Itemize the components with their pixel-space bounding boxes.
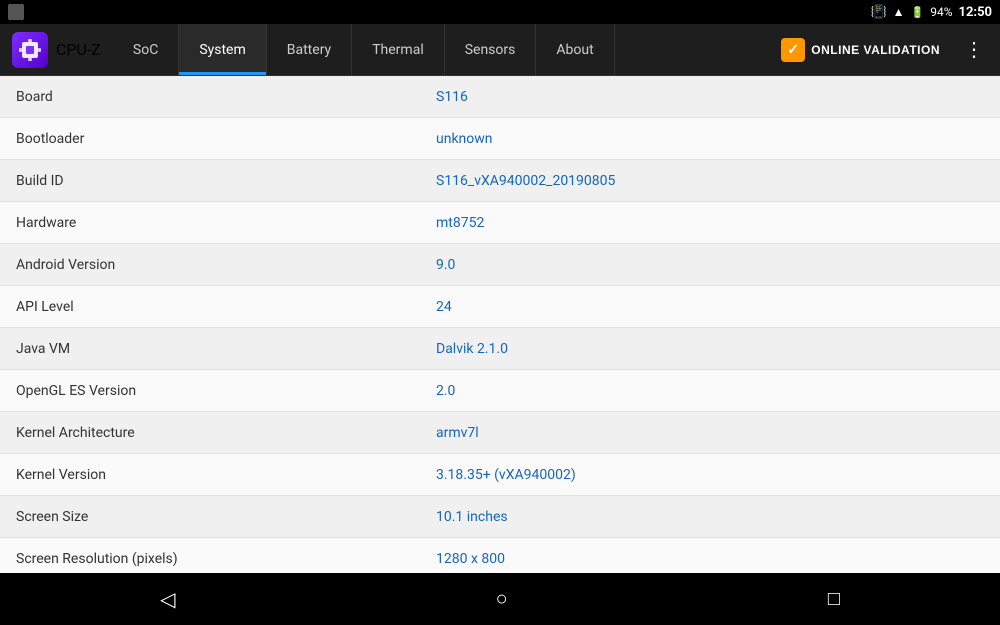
row-label: OpenGL ES Version bbox=[0, 373, 420, 409]
row-value: unknown bbox=[420, 121, 1000, 157]
row-label: Hardware bbox=[0, 205, 420, 241]
app-logo: CPU-Z bbox=[0, 32, 113, 68]
online-validation-button[interactable]: ✓ ONLINE VALIDATION bbox=[773, 34, 948, 66]
row-label: API Level bbox=[0, 289, 420, 325]
wifi-icon: ▲ bbox=[893, 5, 905, 19]
app-logo-icon bbox=[12, 32, 48, 68]
validation-icon: ✓ bbox=[781, 38, 805, 62]
table-row: OpenGL ES Version2.0 bbox=[0, 370, 1000, 412]
tab-system[interactable]: System bbox=[179, 24, 266, 75]
row-label: Android Version bbox=[0, 247, 420, 283]
app-title: CPU-Z bbox=[56, 40, 101, 59]
table-row: Screen Size10.1 inches bbox=[0, 496, 1000, 538]
row-label: Screen Size bbox=[0, 499, 420, 535]
table-row: Screen Resolution (pixels)1280 x 800 bbox=[0, 538, 1000, 573]
home-button[interactable]: ○ bbox=[456, 580, 548, 619]
row-label: Board bbox=[0, 79, 420, 115]
row-value: Dalvik 2.1.0 bbox=[420, 331, 1000, 367]
table-row: Java VMDalvik 2.1.0 bbox=[0, 328, 1000, 370]
row-label: Screen Resolution (pixels) bbox=[0, 541, 420, 574]
row-value: S116_vXA940002_20190805 bbox=[420, 163, 1000, 199]
row-label: Java VM bbox=[0, 331, 420, 367]
status-left-icons bbox=[8, 4, 24, 20]
table-row: Build IDS116_vXA940002_20190805 bbox=[0, 160, 1000, 202]
table-row: API Level24 bbox=[0, 286, 1000, 328]
tabs-container: SoC System Battery Thermal Sensors About bbox=[113, 24, 765, 75]
table-row: Android Version9.0 bbox=[0, 244, 1000, 286]
row-label: Bootloader bbox=[0, 121, 420, 157]
content-area: BoardS116BootloaderunknownBuild IDS116_v… bbox=[0, 76, 1000, 573]
tab-thermal[interactable]: Thermal bbox=[352, 24, 445, 75]
tab-about[interactable]: About bbox=[536, 24, 614, 75]
row-value: mt8752 bbox=[420, 205, 1000, 241]
row-label: Kernel Version bbox=[0, 457, 420, 493]
tab-sensors[interactable]: Sensors bbox=[445, 24, 537, 75]
vibrate-icon: 📳 bbox=[870, 5, 886, 20]
row-label: Build ID bbox=[0, 163, 420, 199]
tab-battery[interactable]: Battery bbox=[267, 24, 352, 75]
status-right-icons: 📳 ▲ 🔋 94% 12:50 bbox=[870, 5, 992, 20]
nav-right: ✓ ONLINE VALIDATION ⋮ bbox=[765, 33, 1000, 66]
battery-percent: 94% bbox=[930, 5, 952, 19]
table-row: Kernel Version3.18.35+ (vXA940002) bbox=[0, 454, 1000, 496]
row-value: 3.18.35+ (vXA940002) bbox=[420, 457, 1000, 493]
table-row: Bootloaderunknown bbox=[0, 118, 1000, 160]
recents-button[interactable]: □ bbox=[788, 580, 880, 619]
row-value: 1280 x 800 bbox=[420, 541, 1000, 574]
table-row: Kernel Architecturearmv7l bbox=[0, 412, 1000, 454]
back-button[interactable]: ◁ bbox=[120, 579, 215, 620]
status-bar: 📳 ▲ 🔋 94% 12:50 bbox=[0, 0, 1000, 24]
table-row: Hardwaremt8752 bbox=[0, 202, 1000, 244]
table-row: BoardS116 bbox=[0, 76, 1000, 118]
row-value: S116 bbox=[420, 79, 1000, 115]
row-value: armv7l bbox=[420, 415, 1000, 451]
time-display: 12:50 bbox=[959, 5, 993, 20]
row-value: 24 bbox=[420, 289, 1000, 325]
row-value: 2.0 bbox=[420, 373, 1000, 409]
validation-label: ONLINE VALIDATION bbox=[811, 43, 940, 57]
more-options-button[interactable]: ⋮ bbox=[956, 33, 992, 66]
nav-bar: CPU-Z SoC System Battery Thermal Sensors… bbox=[0, 24, 1000, 76]
row-value: 9.0 bbox=[420, 247, 1000, 283]
bottom-nav: ◁ ○ □ bbox=[0, 573, 1000, 625]
info-table: BoardS116BootloaderunknownBuild IDS116_v… bbox=[0, 76, 1000, 573]
app-status-icon bbox=[8, 4, 24, 20]
battery-icon: 🔋 bbox=[911, 6, 925, 19]
tab-soc[interactable]: SoC bbox=[113, 24, 179, 75]
row-value: 10.1 inches bbox=[420, 499, 1000, 535]
row-label: Kernel Architecture bbox=[0, 415, 420, 451]
